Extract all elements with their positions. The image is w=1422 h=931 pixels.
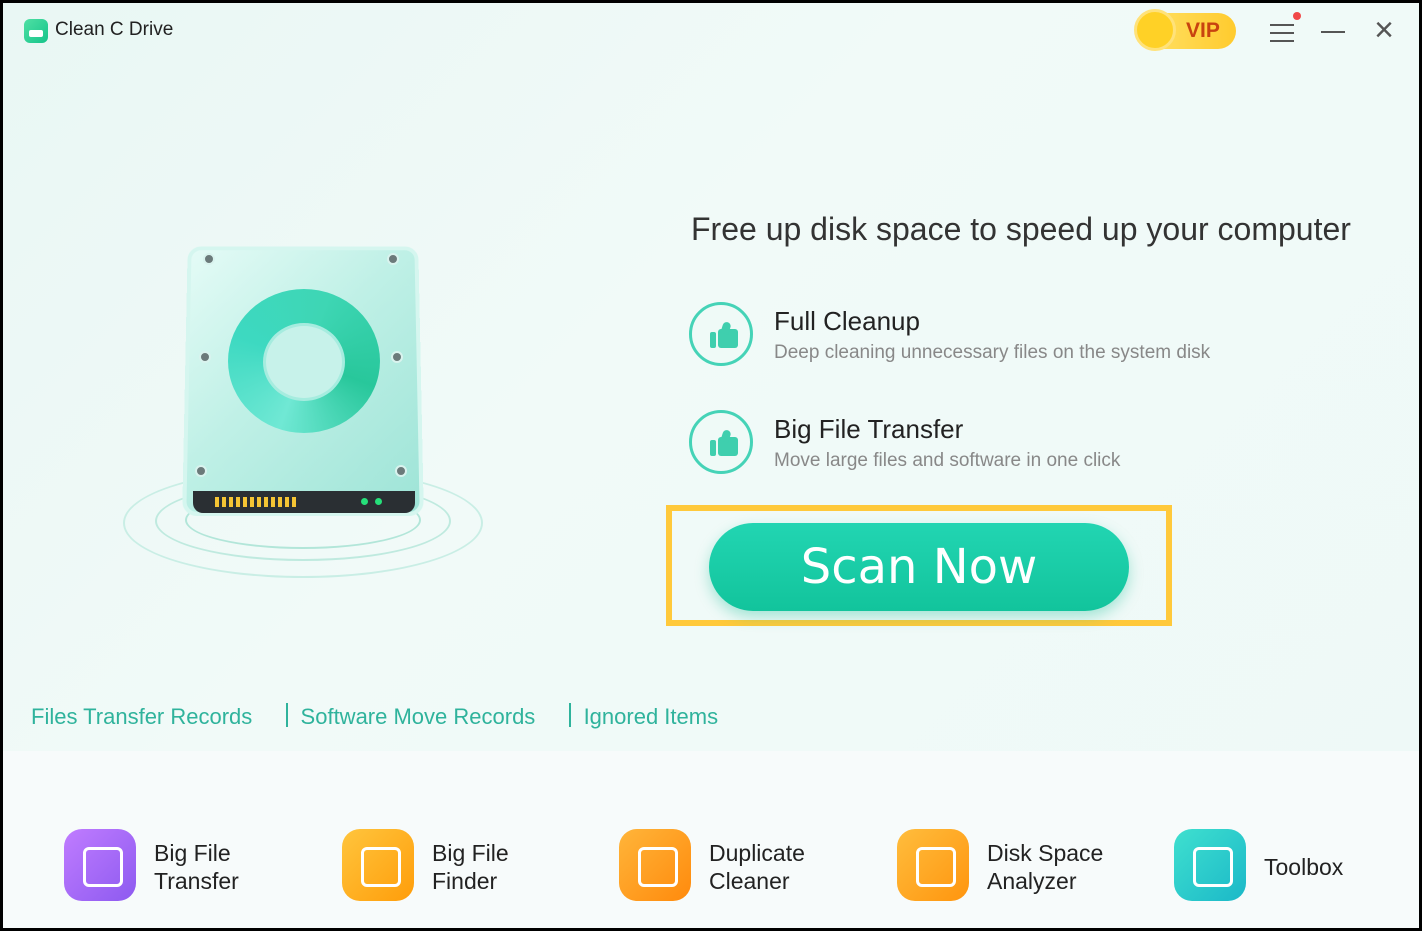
vip-label: VIP [1186, 19, 1220, 42]
feature-description: Deep cleaning unnecessary files on the s… [774, 342, 1211, 363]
app-title: Clean C Drive [55, 19, 174, 40]
tool-duplicate-cleaner[interactable]: Duplicate Cleaner [619, 829, 879, 905]
file-transfer-icon [64, 829, 136, 901]
tool-label-line1: Toolbox [1264, 854, 1344, 880]
tool-label-line1: Duplicate [709, 840, 805, 866]
tool-label-line2: Transfer [154, 868, 239, 894]
tool-big-file-transfer[interactable]: Big File Transfer [64, 829, 324, 905]
feature-big-file-transfer: Big File Transfer Move large files and s… [689, 410, 1339, 480]
tool-big-file-finder[interactable]: Big File Finder [342, 829, 602, 905]
feature-full-cleanup: Full Cleanup Deep cleaning unnecessary f… [689, 302, 1339, 372]
notification-dot [1293, 12, 1301, 20]
link-divider [569, 703, 572, 727]
menu-icon [1270, 24, 1294, 26]
tool-disk-space-analyzer[interactable]: Disk Space Analyzer [897, 829, 1157, 905]
crown-icon [1134, 9, 1176, 51]
tool-label-line2: Finder [432, 868, 498, 894]
tool-dock: Big File Transfer Big File Finder Duplic… [3, 751, 1419, 928]
link-divider [286, 703, 289, 727]
tool-label-line1: Big File [154, 840, 231, 866]
tool-label-line2: Analyzer [987, 868, 1077, 894]
tool-toolbox[interactable]: Toolbox [1174, 829, 1419, 905]
tool-label-line1: Disk Space [987, 840, 1104, 866]
feature-title: Big File Transfer [774, 414, 964, 444]
feature-description: Move large files and software in one cli… [774, 450, 1121, 471]
toolbox-icon [1174, 829, 1246, 901]
duplicate-files-icon [619, 829, 691, 901]
minimize-button[interactable] [1316, 15, 1350, 49]
close-button[interactable]: × [1367, 13, 1401, 49]
tool-label-line1: Big File [432, 840, 509, 866]
files-transfer-records-link[interactable]: Files Transfer Records [31, 704, 252, 730]
scan-now-button[interactable]: Scan Now [709, 523, 1129, 611]
thumbs-up-icon [689, 302, 753, 366]
ignored-items-link[interactable]: Ignored Items [584, 704, 719, 730]
bar-chart-icon [897, 829, 969, 901]
app-logo-icon [24, 19, 48, 43]
minimize-icon [1321, 31, 1345, 33]
vip-button[interactable]: VIP [1134, 9, 1236, 51]
hard-disk-illustration [113, 233, 493, 593]
page-headline: Free up disk space to speed up your comp… [691, 211, 1351, 247]
folder-icon [342, 829, 414, 901]
menu-button[interactable] [1265, 12, 1301, 49]
title-bar: Clean C Drive VIP × [3, 3, 1419, 59]
feature-title: Full Cleanup [774, 306, 920, 336]
app-window: Clean C Drive VIP × Free up disk space t… [3, 3, 1419, 928]
records-links: Files Transfer Records Software Move Rec… [31, 703, 718, 730]
tool-label-line2: Cleaner [709, 868, 790, 894]
software-move-records-link[interactable]: Software Move Records [301, 704, 536, 730]
thumbs-up-icon [689, 410, 753, 474]
